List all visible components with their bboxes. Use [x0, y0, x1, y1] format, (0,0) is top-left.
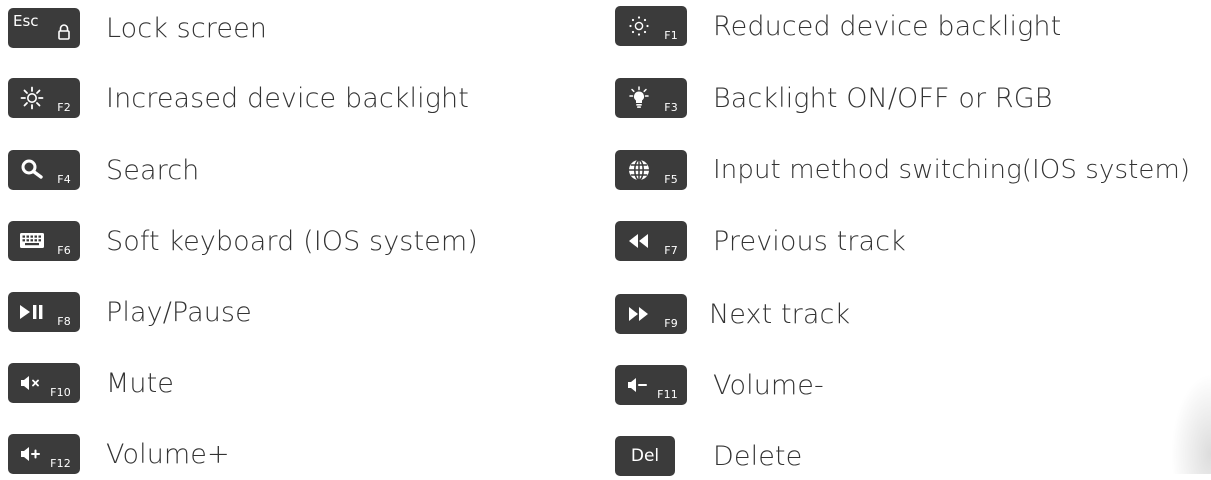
shortcut-row-increase-backlight: F2 Increased device backlight	[8, 74, 469, 122]
shortcut-row-reduce-backlight: F1 Reduced device backlight	[615, 2, 1061, 50]
shortcut-row-input-method: F5 Input method switching(IOS system)	[615, 146, 1190, 194]
fast-forward-icon	[625, 300, 653, 328]
fn-key-label: F4	[57, 173, 71, 186]
f6-key: F6	[8, 221, 80, 261]
shortcut-label: Backlight ON/OFF or RGB	[713, 82, 1053, 114]
shortcut-row-mute: F10 Mute	[8, 359, 174, 407]
fn-key-label: F5	[664, 173, 678, 186]
shortcut-row-delete: Del Delete	[615, 432, 802, 480]
esc-key: Esc	[8, 8, 80, 48]
fn-key-label: F9	[664, 317, 678, 330]
f10-key: F10	[8, 363, 80, 403]
shortcut-label: Next track	[709, 298, 851, 330]
shortcut-label: Increased device backlight	[106, 82, 469, 114]
fn-key-label: F12	[50, 457, 71, 470]
shortcut-row-soft-keyboard: F6 Soft keyboard (IOS system)	[8, 217, 478, 265]
volume-down-icon	[625, 371, 653, 399]
shortcut-label: Delete	[713, 440, 803, 472]
play-pause-icon	[18, 298, 46, 326]
keyboard-icon	[18, 227, 46, 255]
shortcut-row-backlight-toggle: F3 Backlight ON/OFF or RGB	[615, 74, 1053, 122]
shortcut-label: Volume-	[713, 369, 824, 401]
shortcut-label: Volume+	[106, 438, 230, 470]
f8-key: F8	[8, 292, 80, 332]
shortcut-label: Soft keyboard (IOS system)	[106, 225, 478, 257]
fn-key-label: F2	[57, 101, 71, 114]
shortcut-row-volume-up: F12 Volume+	[8, 430, 230, 478]
shortcut-row-play-pause: F8 Play/Pause	[8, 288, 252, 336]
f1-key: F1	[615, 6, 687, 46]
shortcut-row-search: F4 Search	[8, 146, 199, 194]
keyboard-shortcut-legend: Esc Lock screen F2 Increased device back…	[0, 0, 1211, 476]
volume-up-icon	[18, 440, 46, 468]
lock-icon	[57, 24, 71, 44]
f12-key: F12	[8, 434, 80, 474]
f7-key: F7	[615, 221, 687, 261]
shortcut-label: Mute	[106, 367, 175, 399]
shortcut-label: Lock screen	[106, 12, 268, 44]
shortcut-label: Previous track	[713, 225, 906, 257]
search-icon	[18, 156, 46, 184]
f4-key: F4	[8, 150, 80, 190]
shortcut-label: Play/Pause	[106, 296, 252, 328]
fn-key-label: F10	[50, 386, 71, 399]
fn-key-label: F1	[664, 29, 678, 42]
f5-key: F5	[615, 150, 687, 190]
esc-key-label: Esc	[13, 12, 39, 30]
shortcut-row-next-track: F9 Next track	[615, 290, 850, 338]
sun-dim-icon	[625, 12, 653, 40]
rewind-icon	[625, 227, 653, 255]
shortcut-row-lock-screen: Esc Lock screen	[8, 4, 267, 52]
shortcut-row-previous-track: F7 Previous track	[615, 217, 906, 265]
shortcut-label: Input method switching(IOS system)	[713, 155, 1191, 185]
corner-shadow	[1171, 374, 1211, 474]
bulb-icon	[625, 84, 653, 112]
fn-key-label: F7	[664, 244, 678, 257]
f3-key: F3	[615, 78, 687, 118]
fn-key-label: F3	[664, 101, 678, 114]
delete-key-label: Del	[630, 446, 660, 466]
delete-key: Del	[615, 436, 675, 476]
mute-icon	[18, 369, 46, 397]
f2-key: F2	[8, 78, 80, 118]
shortcut-row-volume-down: F11 Volume-	[615, 361, 824, 409]
globe-icon	[625, 156, 653, 184]
f11-key: F11	[615, 365, 687, 405]
fn-key-label: F8	[57, 315, 71, 328]
fn-key-label: F6	[57, 244, 71, 257]
f9-key: F9	[615, 294, 687, 334]
shortcut-label: Reduced device backlight	[713, 10, 1062, 42]
fn-key-label: F11	[657, 388, 678, 401]
shortcut-label: Search	[106, 154, 200, 186]
sun-bright-icon	[18, 84, 46, 112]
